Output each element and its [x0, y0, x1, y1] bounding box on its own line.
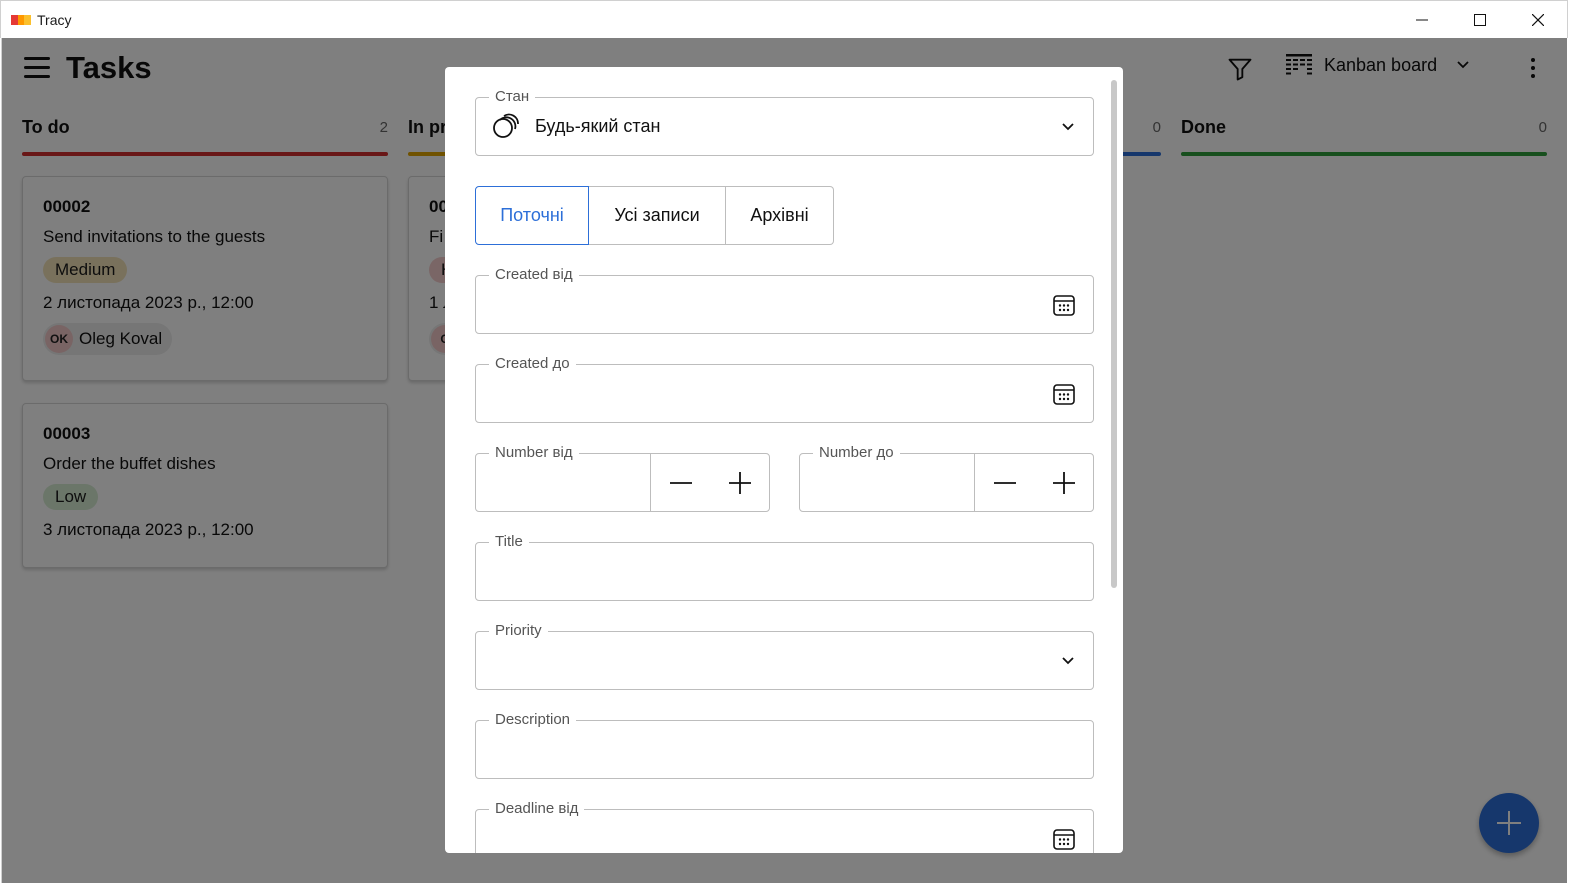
deadline-from-label: Deadline від	[489, 799, 585, 819]
created-from-label: Created від	[489, 265, 579, 285]
segment-archived[interactable]: Архівні	[726, 186, 834, 245]
increment-button[interactable]	[1034, 454, 1093, 511]
priority-label: Priority	[489, 621, 548, 641]
maximize-button[interactable]	[1451, 1, 1509, 39]
number-to-stepper[interactable]: Number до	[799, 443, 1094, 512]
close-window-button[interactable]	[1509, 1, 1567, 39]
description-label: Description	[489, 710, 577, 730]
maximize-icon	[1474, 14, 1486, 26]
title-field[interactable]: Title	[475, 532, 1094, 601]
created-to-label: Created до	[489, 354, 576, 374]
deadline-from-field[interactable]: Deadline від	[475, 799, 1094, 853]
segment-all[interactable]: Усі записи	[589, 186, 726, 245]
chevron-down-icon	[1062, 123, 1074, 131]
plus-icon	[728, 471, 751, 494]
minimize-button[interactable]	[1393, 1, 1451, 39]
app-logo-icon	[11, 15, 32, 25]
description-field[interactable]: Description	[475, 710, 1094, 779]
state-circles-icon	[493, 113, 519, 138]
number-to-label: Number до	[813, 443, 900, 463]
created-from-field[interactable]: Created від	[475, 265, 1094, 334]
close-icon	[1532, 14, 1544, 26]
number-from-label: Number від	[489, 443, 579, 463]
segment-current[interactable]: Поточні	[475, 186, 589, 245]
increment-button[interactable]	[710, 454, 769, 511]
window-title: Tracy	[37, 12, 72, 28]
calendar-icon[interactable]	[1052, 382, 1076, 406]
dialog-scrollbar[interactable]	[1111, 80, 1117, 588]
calendar-icon[interactable]	[1052, 827, 1076, 851]
number-from-stepper[interactable]: Number від	[475, 443, 770, 512]
plus-icon	[1052, 471, 1075, 494]
minus-icon	[669, 481, 692, 484]
dialog-clip: Deadline від	[445, 797, 1123, 853]
window-bottom-gap	[0, 883, 1584, 892]
record-scope-toggle: Поточні Усі записи Архівні	[475, 186, 834, 245]
state-select[interactable]: Стан Будь-який стан	[475, 87, 1094, 156]
calendar-icon[interactable]	[1052, 293, 1076, 317]
minimize-icon	[1416, 19, 1428, 21]
decrement-button[interactable]	[651, 454, 710, 511]
state-value: Будь-який стан	[535, 116, 661, 136]
priority-select[interactable]: Priority	[475, 621, 1094, 690]
decrement-button[interactable]	[975, 454, 1034, 511]
state-label: Стан	[489, 87, 536, 107]
window-titlebar: Tracy	[0, 0, 1568, 38]
chevron-down-icon	[1062, 657, 1074, 665]
created-to-field[interactable]: Created до	[475, 354, 1094, 423]
title-label: Title	[489, 532, 529, 552]
minus-icon	[993, 481, 1016, 484]
